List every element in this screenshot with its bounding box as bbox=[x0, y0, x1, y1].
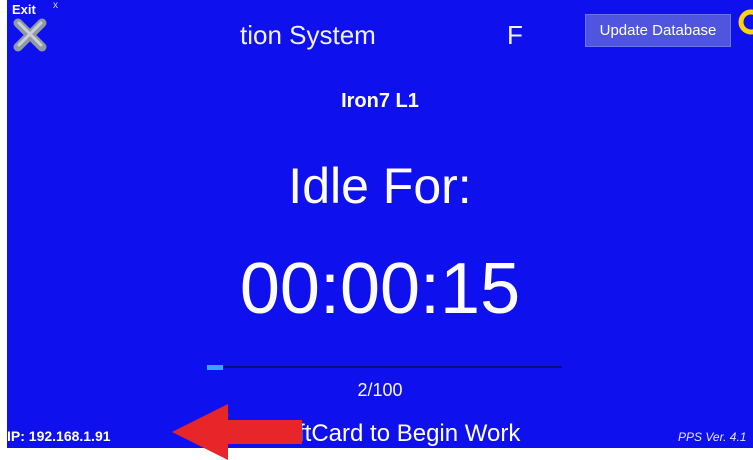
progress-bar-fill bbox=[207, 365, 223, 370]
kiosk-screen: Exit x tion System F Update Database Iro… bbox=[7, 0, 753, 448]
progress-bar bbox=[207, 365, 562, 370]
exit-label: Exit bbox=[12, 2, 36, 17]
close-icon[interactable] bbox=[10, 16, 50, 54]
exit-small-mark: x bbox=[53, 0, 58, 11]
left-arrow-icon bbox=[172, 404, 302, 460]
status-label: Idle For: bbox=[288, 158, 472, 214]
instruction-text: ftCard to Begin Work bbox=[298, 420, 521, 447]
update-database-button[interactable]: Update Database bbox=[585, 14, 731, 47]
version-label: PPS Ver. 4.1 bbox=[678, 430, 747, 444]
app-title-right: F bbox=[507, 20, 523, 50]
station-name: Iron7 L1 bbox=[341, 90, 419, 112]
ip-address: IP: 192.168.1.91 bbox=[7, 428, 111, 444]
refresh-icon[interactable] bbox=[735, 8, 753, 36]
idle-timer: 00:00:15 bbox=[239, 249, 521, 329]
update-database-label: Update Database bbox=[599, 22, 717, 39]
progress-count: 2/100 bbox=[357, 380, 403, 400]
app-title: tion System bbox=[240, 20, 376, 50]
